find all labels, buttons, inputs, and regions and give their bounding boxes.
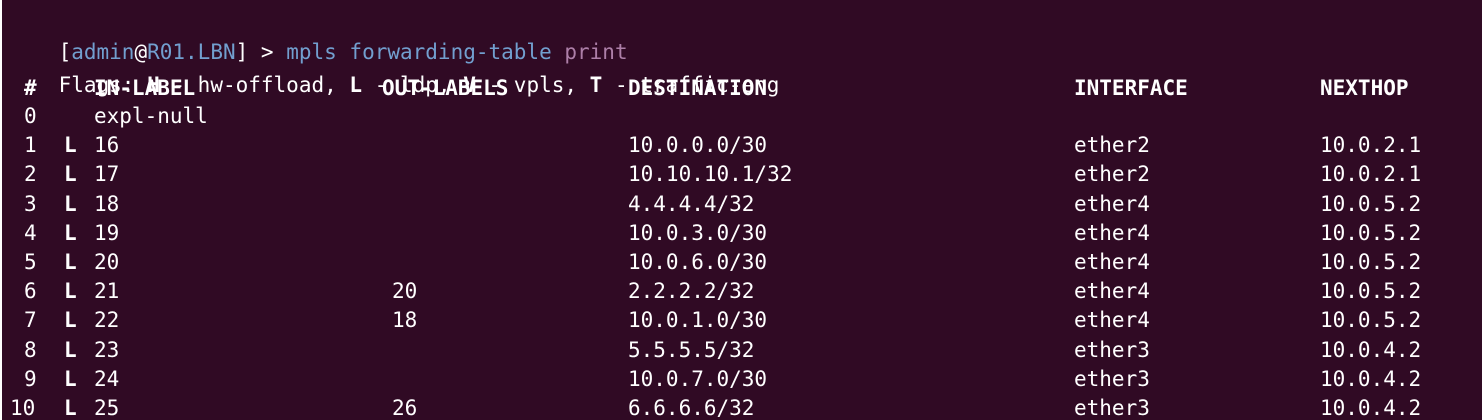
row-in-label: 25 [94, 396, 120, 420]
row-nexthop: 10.0.4.2 [1320, 396, 1422, 420]
table-header: # IN-LABEL OUT-LABELS DESTINATION INTERF… [8, 76, 1468, 100]
row-in-label: 18 [94, 191, 120, 216]
row-interface: ether4 [1074, 308, 1150, 333]
row-nexthop: 10.0.5.2 [1320, 250, 1422, 274]
row-num: 10 [10, 396, 36, 420]
table-row: 10 L 25 26 6.6.6.6/32 ether3 10.0.4.2 [8, 396, 1468, 420]
table-row: 6 L 21 20 2.2.2.2/32 ether4 10.0.5.2 [8, 279, 1468, 303]
row-in-label: 17 [94, 162, 120, 187]
row-in-label: 22 [94, 308, 120, 333]
row-interface: ether4 [1074, 279, 1150, 304]
table-row: 2 L 17 10.10.10.1/32 ether2 10.0.2.1 [8, 162, 1468, 186]
row-flag: L [64, 396, 77, 420]
flags-line: Flags: H - hw-offload, L - ldp, V - vpls… [8, 49, 780, 97]
row-destination: 2.2.2.2/32 [628, 279, 755, 304]
row-flag: L [64, 220, 77, 245]
row-interface: ether2 [1074, 162, 1150, 187]
row-interface: ether3 [1074, 366, 1150, 391]
table-row: 0 expl-null [8, 104, 1468, 128]
table-row: 3 L 18 4.4.4.4/32 ether4 10.0.5.2 [8, 192, 1468, 216]
row-num: 1 [24, 133, 37, 158]
row-interface: ether2 [1074, 133, 1150, 158]
row-in-label: 20 [94, 250, 120, 274]
row-destination: 10.10.10.1/32 [628, 162, 793, 187]
row-interface: ether3 [1074, 396, 1150, 420]
row-out-labels: 26 [392, 396, 418, 420]
row-in-label: 21 [94, 279, 120, 304]
row-nexthop: 10.0.2.1 [1320, 162, 1422, 187]
row-nexthop: 10.0.5.2 [1320, 279, 1422, 304]
row-destination: 4.4.4.4/32 [628, 191, 755, 216]
table-row: 1 L 16 10.0.0.0/30 ether2 10.0.2.1 [8, 133, 1468, 157]
row-num: 6 [24, 279, 37, 304]
header-num: # [24, 76, 37, 100]
row-in-label: expl-null [94, 104, 208, 128]
row-num: 7 [24, 308, 37, 333]
row-flag: L [64, 162, 77, 187]
row-num: 3 [24, 191, 37, 216]
row-destination: 10.0.3.0/30 [628, 220, 768, 245]
row-destination: 5.5.5.5/32 [628, 337, 755, 362]
row-nexthop: 10.0.5.2 [1320, 191, 1422, 216]
header-destination: DESTINATION [628, 76, 768, 100]
row-in-label: 19 [94, 220, 120, 245]
table-row: 7 L 22 18 10.0.1.0/30 ether4 10.0.5.2 [8, 308, 1468, 332]
row-num: 9 [24, 366, 37, 391]
row-flag: L [64, 279, 77, 304]
row-destination: 6.6.6.6/32 [628, 396, 755, 420]
row-interface: ether4 [1074, 250, 1150, 274]
terminal-window[interactable]: [admin@R01.LBN] > mpls forwarding-table … [0, 0, 1482, 420]
row-destination: 10.0.0.0/30 [628, 133, 768, 158]
row-in-label: 23 [94, 337, 120, 362]
row-nexthop: 10.0.5.2 [1320, 308, 1422, 333]
row-nexthop: 10.0.4.2 [1320, 337, 1422, 362]
row-num: 4 [24, 220, 37, 245]
row-destination: 10.0.1.0/30 [628, 308, 768, 333]
row-flag: L [64, 337, 77, 362]
row-destination: 10.0.7.0/30 [628, 366, 768, 391]
row-nexthop: 10.0.2.1 [1320, 133, 1422, 158]
row-num: 2 [24, 162, 37, 187]
row-in-label: 24 [94, 366, 120, 391]
row-out-labels: 20 [392, 279, 418, 304]
row-flag: L [64, 133, 77, 158]
row-num: 0 [24, 104, 37, 128]
row-interface: ether4 [1074, 220, 1150, 245]
row-flag: L [64, 250, 77, 274]
row-flag: L [64, 191, 77, 216]
header-in-label: IN-LABEL [94, 76, 196, 100]
row-flag: L [64, 366, 77, 391]
header-nexthop: NEXTHOP [1320, 76, 1409, 100]
row-num: 8 [24, 337, 37, 362]
header-interface: INTERFACE [1074, 76, 1188, 100]
row-nexthop: 10.0.5.2 [1320, 220, 1422, 245]
table-row: 4 L 19 10.0.3.0/30 ether4 10.0.5.2 [8, 221, 1468, 245]
table-row: 5 L 20 10.0.6.0/30 ether4 10.0.5.2 [8, 250, 1468, 274]
header-out-labels: OUT-LABELS [382, 76, 509, 100]
terminal-left-edge [0, 0, 2, 420]
row-nexthop: 10.0.4.2 [1320, 366, 1422, 391]
row-num: 5 [24, 250, 37, 274]
row-destination: 10.0.6.0/30 [628, 250, 768, 274]
row-out-labels: 18 [392, 308, 418, 333]
row-interface: ether4 [1074, 191, 1150, 216]
table-row: 8 L 23 5.5.5.5/32 ether3 10.0.4.2 [8, 338, 1468, 362]
prompt-line: [admin@R01.LBN] > mpls forwarding-table … [8, 16, 628, 64]
row-flag: L [64, 308, 77, 333]
row-interface: ether3 [1074, 337, 1150, 362]
row-in-label: 16 [94, 133, 120, 158]
table-row: 9 L 24 10.0.7.0/30 ether3 10.0.4.2 [8, 367, 1468, 391]
